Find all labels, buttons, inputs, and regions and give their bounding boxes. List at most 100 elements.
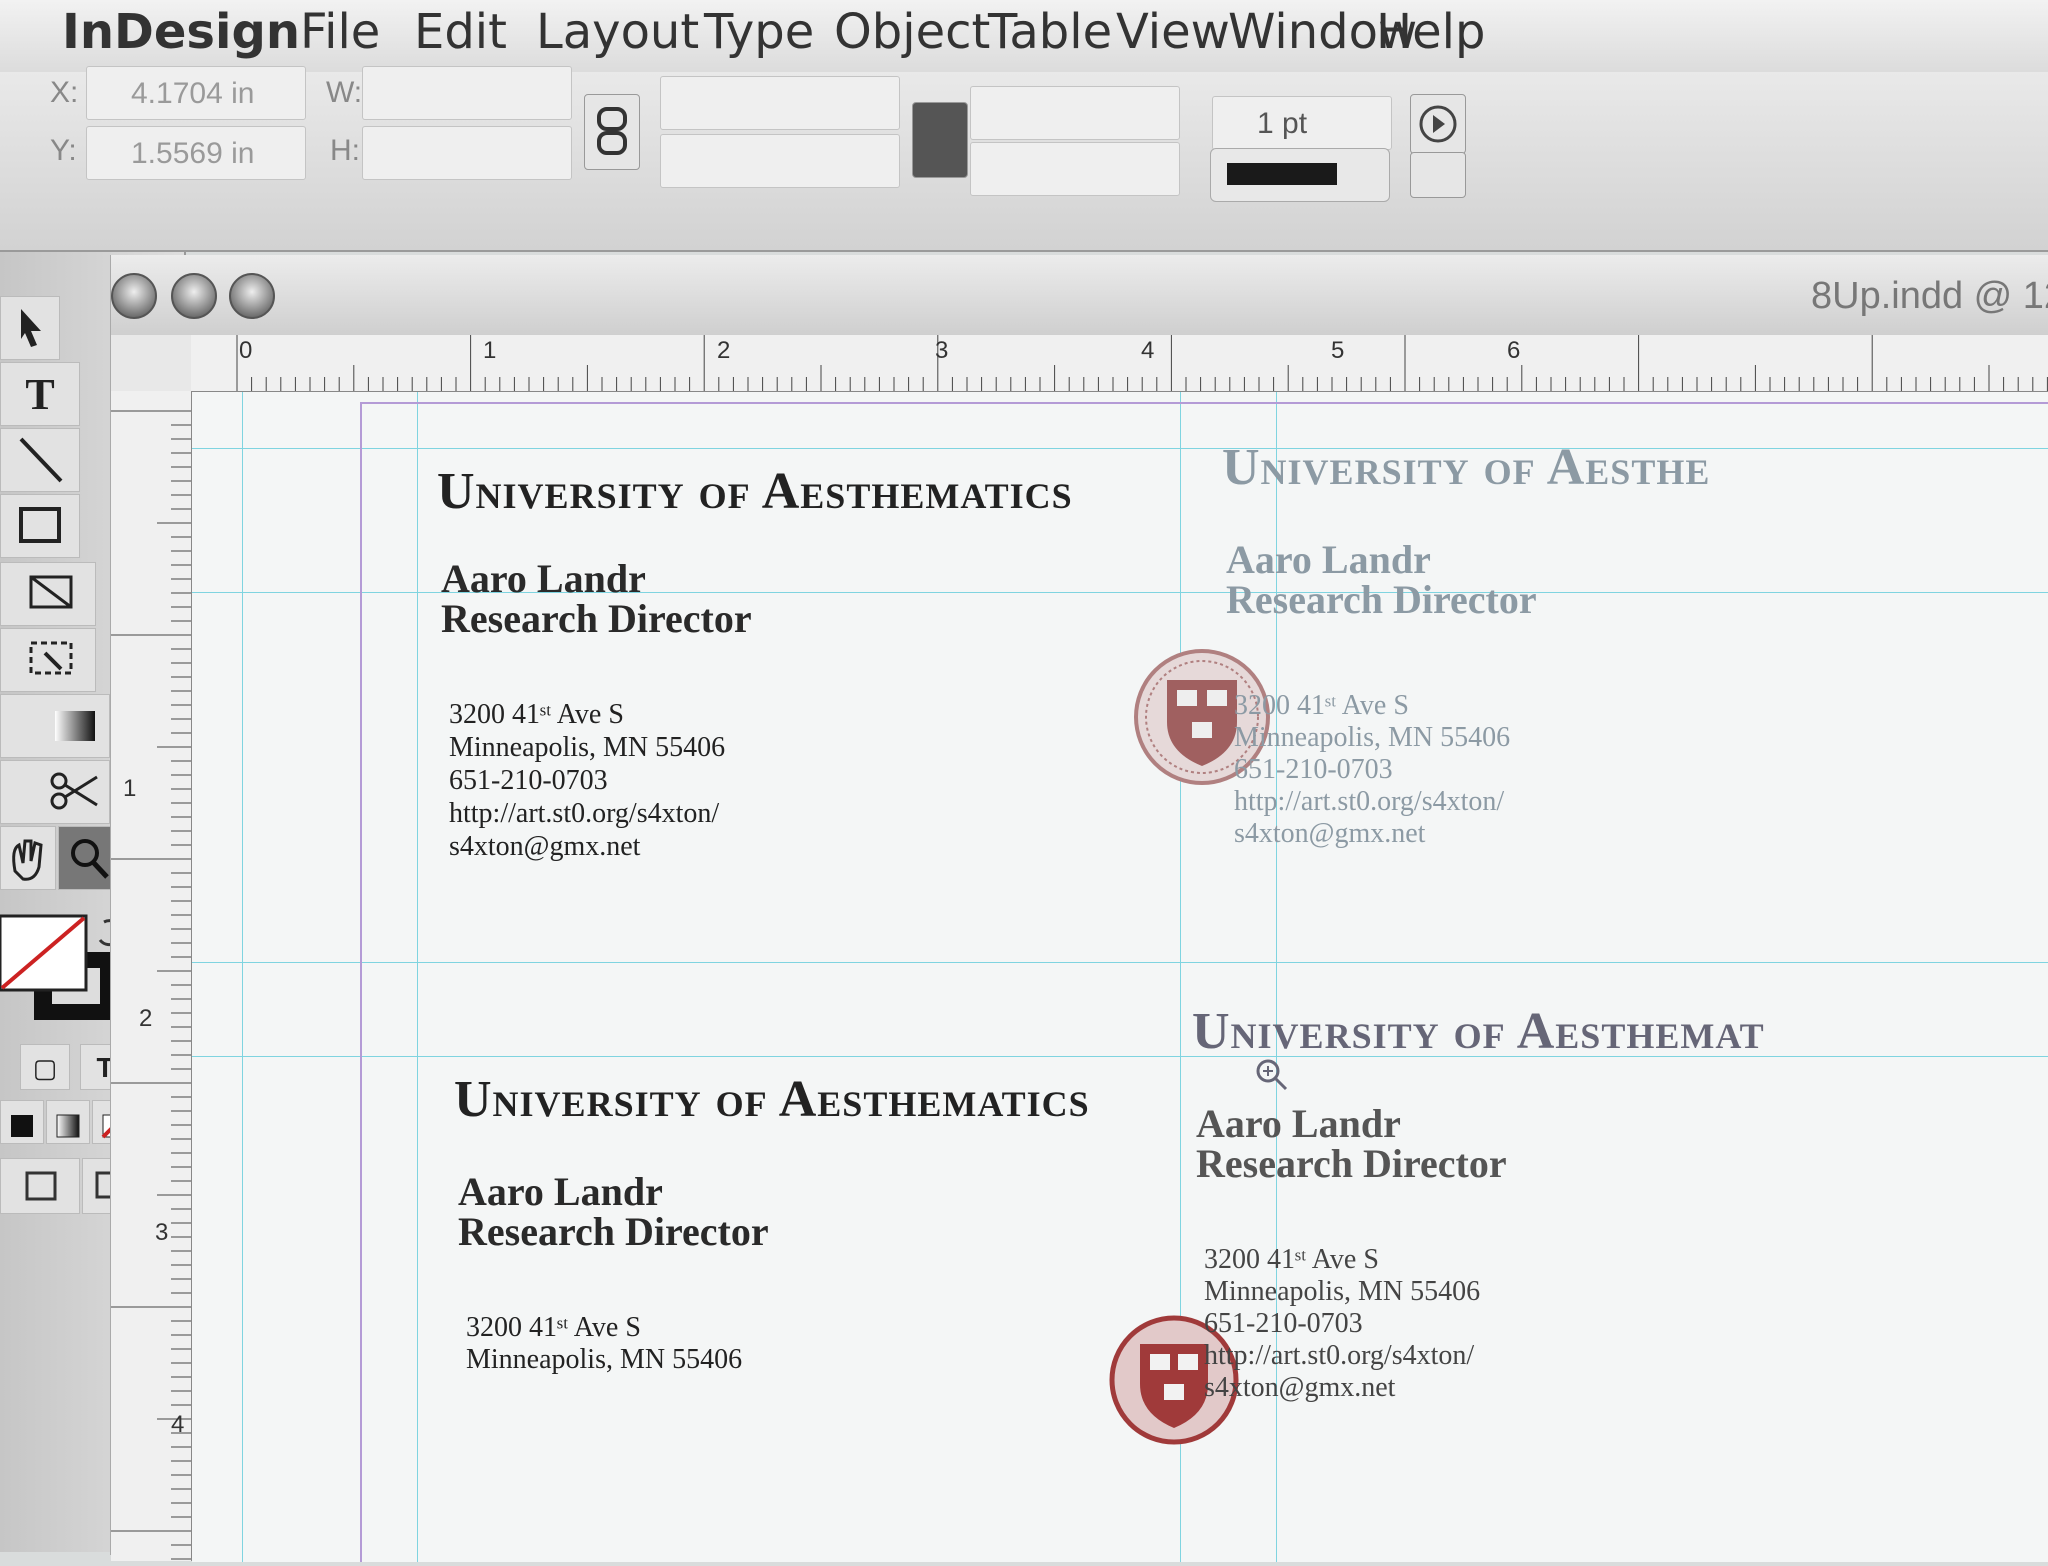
scale-tool[interactable] xyxy=(0,628,96,692)
menu-edit[interactable]: Edit xyxy=(414,4,507,60)
line-tool[interactable] xyxy=(0,428,80,492)
control-panel: X: 4.1704 in Y: 1.5569 in W: H: 1 pt xyxy=(0,66,2048,252)
card-person-role: Research Director xyxy=(458,1209,769,1254)
scissors-icon xyxy=(50,772,98,810)
rotation-field[interactable] xyxy=(970,86,1180,140)
selection-tool[interactable] xyxy=(0,296,60,360)
rectangle-frame-tool[interactable] xyxy=(0,494,80,558)
business-card[interactable]: University of Aesthemat Aaro Landr Resea… xyxy=(1192,1002,2048,1562)
scale-x-field[interactable] xyxy=(660,76,900,130)
card-address-line: 651-210-0703 xyxy=(1234,754,1393,785)
close-window-button[interactable] xyxy=(111,273,157,319)
ruler-v-label: 3 xyxy=(155,1219,169,1246)
width-field[interactable] xyxy=(362,66,572,120)
card-address-line: http://art.st0.org/s4xton/ xyxy=(1234,786,1505,817)
card-address-line: 3200 41ˢᵗ Ave S xyxy=(449,699,624,730)
free-transform-tool[interactable] xyxy=(0,562,96,626)
hand-tool[interactable] xyxy=(0,826,56,890)
card-person-role: Research Director xyxy=(1226,577,1537,622)
x-position-field[interactable]: 4.1704 in xyxy=(86,66,306,120)
container-icon: ▢ xyxy=(32,1053,58,1083)
vertical-ruler-ticks xyxy=(111,410,191,1560)
normal-view-button[interactable] xyxy=(0,1158,80,1214)
stroke-weight-field[interactable]: 1 pt xyxy=(1212,96,1392,150)
rotate-button[interactable] xyxy=(1410,94,1466,154)
shear-field[interactable] xyxy=(970,142,1180,196)
scale-y-field[interactable] xyxy=(660,134,900,188)
card-address-line: s4xton@gmx.net xyxy=(449,831,641,862)
scale-constrain-button[interactable] xyxy=(912,102,968,178)
card-university-name: University of Aesthematics xyxy=(437,463,1073,520)
card-person-name: Aaro Landr xyxy=(1226,537,1431,582)
formatting-container-button[interactable]: ▢ xyxy=(20,1044,70,1090)
minimize-window-button[interactable] xyxy=(171,273,217,319)
magnifier-icon xyxy=(71,839,109,879)
menu-view[interactable]: View xyxy=(1116,4,1230,60)
menu-app-name[interactable]: InDesign xyxy=(62,4,300,60)
ruler-h-label: 4 xyxy=(1141,337,1155,364)
type-t-icon: T xyxy=(25,370,55,419)
card-address-line: Minneapolis, MN 55406 xyxy=(1234,722,1511,753)
y-label: Y: xyxy=(50,134,77,167)
horizontal-ruler[interactable]: 0 1 2 3 4 5 6 xyxy=(191,335,2048,392)
horizontal-ruler-ticks xyxy=(236,335,2048,391)
menu-object[interactable]: Object xyxy=(834,4,990,60)
card-address-line: Minneapolis, MN 55406 xyxy=(466,1344,743,1375)
card-address-line: Minneapolis, MN 55406 xyxy=(449,732,726,763)
card-address-line: 3200 41ˢᵗ Ave S xyxy=(1234,690,1409,721)
apply-gradient-button[interactable] xyxy=(46,1100,90,1144)
normal-view-icon xyxy=(25,1171,57,1201)
apply-color-button[interactable] xyxy=(0,1100,44,1144)
business-card[interactable]: University of Aesthematics Aaro Landr Re… xyxy=(437,462,1337,1022)
card-university-name: University of Aesthemat xyxy=(1192,1003,1765,1060)
panel-menu-button[interactable] xyxy=(1410,152,1466,198)
rectangle-icon xyxy=(19,507,61,543)
ruler-h-label: 1 xyxy=(483,337,497,364)
y-position-field[interactable]: 1.5569 in xyxy=(86,126,306,180)
card-person-role: Research Director xyxy=(441,596,752,641)
menu-table[interactable]: Table xyxy=(988,4,1112,60)
card-person-role: Research Director xyxy=(1196,1141,1507,1186)
height-field[interactable] xyxy=(362,126,572,180)
card-person-name: Aaro Landr xyxy=(1196,1101,1401,1146)
document-title: 8Up.indd @ 12 xyxy=(1811,275,2048,317)
type-tool[interactable]: T xyxy=(0,362,80,426)
card-address-line: s4xton@gmx.net xyxy=(1204,1372,1396,1403)
document-canvas[interactable]: University of Aesthematics Aaro Landr Re… xyxy=(192,392,2048,1562)
scale-icon xyxy=(29,641,73,675)
card-address-line: 651-210-0703 xyxy=(449,765,608,796)
w-label: W: xyxy=(326,76,363,109)
menu-file[interactable]: File xyxy=(300,4,380,60)
document-window: 8Up.indd @ 12 0 1 2 3 4 5 6 1 2 3 4 Univ… xyxy=(110,255,2048,1562)
arrow-icon xyxy=(21,309,41,347)
scissors-tool[interactable] xyxy=(0,760,110,824)
ruler-origin[interactable] xyxy=(111,335,192,392)
zoom-window-button[interactable] xyxy=(229,273,275,319)
ruler-h-label: 3 xyxy=(935,337,949,364)
card-university-name: University of Aesthe xyxy=(1222,439,1711,496)
card-address-line: Minneapolis, MN 55406 xyxy=(1204,1276,1481,1307)
ruler-h-label: 6 xyxy=(1507,337,1521,364)
menu-type[interactable]: Type xyxy=(704,4,814,60)
menu-layout[interactable]: Layout xyxy=(536,4,699,60)
zoom-tool[interactable] xyxy=(58,826,118,890)
card-person-name: Aaro Landr xyxy=(441,556,646,601)
chain-link-icon xyxy=(597,107,627,155)
ruler-v-label: 2 xyxy=(139,1005,153,1032)
gradient-square-icon xyxy=(56,1114,80,1138)
card-address-line: 651-210-0703 xyxy=(1204,1308,1363,1339)
gradient-tool[interactable] xyxy=(0,694,110,758)
hand-icon xyxy=(12,839,43,881)
color-square-icon xyxy=(11,1115,33,1137)
card-address-line: 3200 41ˢᵗ Ave S xyxy=(1204,1244,1379,1275)
card-address-line: http://art.st0.org/s4xton/ xyxy=(449,798,720,829)
column-guide[interactable] xyxy=(242,392,243,1562)
business-card[interactable]: University of Aesthe Aaro Landr Research… xyxy=(1222,438,2048,998)
menu-help[interactable]: Help xyxy=(1376,4,1485,60)
card-address-line: 3200 41ˢᵗ Ave S xyxy=(466,1312,641,1343)
ruler-v-label: 1 xyxy=(123,775,137,802)
menu-bar: InDesign File Edit Layout Type Object Ta… xyxy=(0,0,2048,73)
vertical-ruler[interactable]: 1 2 3 4 xyxy=(111,391,192,1561)
constrain-proportions-button[interactable] xyxy=(584,94,640,170)
stroke-type-dropdown[interactable] xyxy=(1210,148,1390,202)
